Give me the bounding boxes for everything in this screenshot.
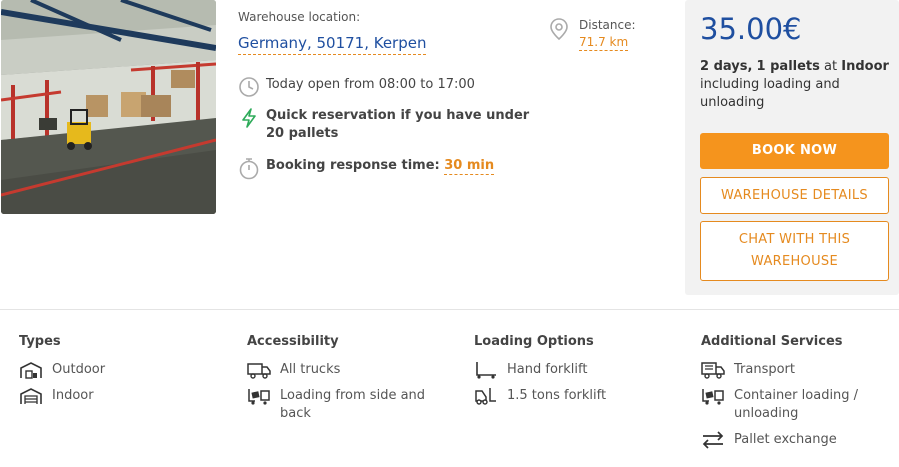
accessibility-title: Accessibility (247, 334, 339, 349)
price-pallets: 1 pallets (756, 59, 820, 74)
price-description: 2 days, 1 pallets at Indoor including lo… (700, 58, 890, 112)
list-item: Hand forklift (474, 361, 684, 379)
list-item: Loading from side and back (247, 387, 437, 423)
clock-icon (238, 76, 260, 98)
price-type: Indoor (841, 59, 889, 74)
type-label: Indoor (52, 388, 94, 403)
quick-reservation-text: Quick reservation if you have under 20 p… (266, 108, 530, 141)
additional-services-section: Additional Services Transport Container … (701, 334, 891, 457)
accessibility-section: Accessibility All trucks Loading from si… (247, 334, 437, 431)
list-item: Indoor (19, 387, 229, 405)
type-label: Outdoor (52, 362, 106, 377)
warehouse-info: Warehouse location: Germany, 50171, Kerp… (238, 10, 658, 180)
price-days: 2 days, (700, 59, 753, 74)
list-item: All trucks (247, 361, 437, 379)
loading-option-label: 1.5 tons forklift (507, 388, 607, 403)
warehouse-details-button[interactable]: WAREHOUSE DETAILS (700, 177, 889, 214)
lightning-icon (238, 107, 260, 129)
location-link[interactable]: Germany, 50171, Kerpen (238, 34, 427, 55)
accessibility-label: Loading from side and back (280, 388, 426, 421)
list-item: Pallet exchange (701, 431, 891, 449)
list-item: Outdoor (19, 361, 229, 379)
chat-button[interactable]: CHAT WITH THIS WAREHOUSE (700, 221, 889, 281)
container-loading-icon (701, 387, 725, 405)
quick-reservation: Quick reservation if you have under 20 p… (238, 107, 538, 143)
response-value[interactable]: 30 min (444, 158, 495, 175)
price: 35.00€ (700, 12, 802, 46)
book-now-button[interactable]: BOOK NOW (700, 133, 889, 169)
service-label: Transport (734, 362, 796, 377)
loading-options-section: Loading Options Hand forklift 1.5 tons f… (474, 334, 684, 413)
loading-option-label: Hand forklift (507, 362, 588, 377)
price-at: at (824, 59, 838, 74)
list-item: Transport (701, 361, 891, 379)
transport-truck-icon (701, 361, 725, 379)
warehouse-indoor-icon (19, 387, 43, 405)
price-including: including loading and unloading (700, 77, 840, 110)
response-label: Booking response time: (266, 158, 440, 173)
types-title: Types (19, 334, 61, 349)
location-pin-icon (548, 17, 570, 45)
list-item: 1.5 tons forklift (474, 387, 684, 405)
divider (0, 309, 899, 310)
additional-services-title: Additional Services (701, 334, 843, 349)
booking-panel: 35.00€ 2 days, 1 pallets at Indoor inclu… (685, 0, 899, 295)
loading-options-title: Loading Options (474, 334, 594, 349)
service-label: Pallet exchange (734, 432, 837, 447)
distance-label: Distance: (579, 18, 636, 32)
forklift-icon (474, 387, 498, 405)
types-section: Types Outdoor Indoor (19, 334, 229, 413)
hand-forklift-icon (474, 361, 498, 379)
pallet-exchange-icon (701, 431, 725, 449)
accessibility-label: All trucks (280, 362, 341, 377)
stopwatch-icon (238, 157, 260, 180)
list-item: Container loading / unloading (701, 387, 891, 423)
side-loading-icon (247, 387, 271, 405)
opening-hours: Today open from 08:00 to 17:00 (238, 76, 475, 98)
warehouse-outdoor-icon (19, 361, 43, 379)
service-label: Container loading / unloading (734, 388, 859, 421)
booking-response: Booking response time: 30 min (238, 157, 495, 180)
distance-value[interactable]: 71.7 km (579, 35, 629, 51)
truck-icon (247, 361, 271, 379)
warehouse-photo[interactable] (1, 0, 216, 214)
opening-hours-text: Today open from 08:00 to 17:00 (266, 77, 475, 92)
